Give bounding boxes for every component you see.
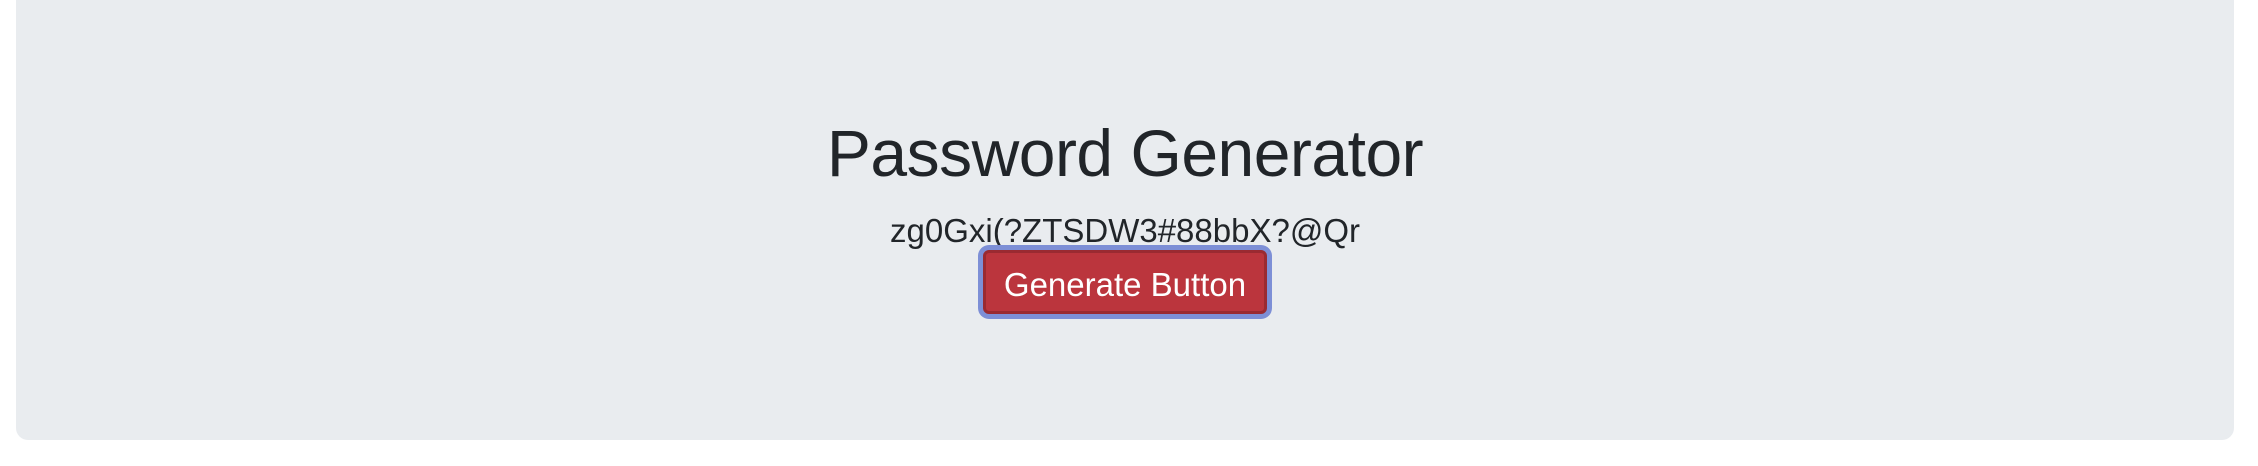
page-title: Password Generator — [826, 116, 1424, 190]
jumbotron-panel: Password Generator zg0Gxi(?ZTSDW3#88bbX?… — [16, 0, 2234, 440]
generate-button[interactable]: Generate Button — [982, 250, 1268, 314]
generated-password: zg0Gxi(?ZTSDW3#88bbX?@Qr — [890, 212, 1360, 249]
button-container: Generate Button — [16, 250, 2234, 314]
